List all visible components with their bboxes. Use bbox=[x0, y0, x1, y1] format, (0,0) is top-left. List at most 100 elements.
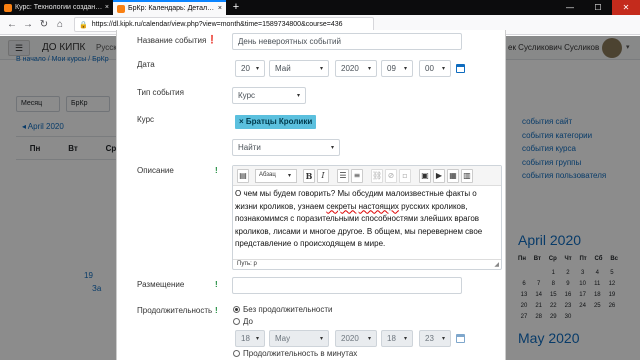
close-tab-icon[interactable]: × bbox=[216, 5, 222, 12]
caret-down-icon: ▾ bbox=[367, 66, 371, 72]
location-label: Размещение bbox=[137, 280, 185, 289]
selected-value: 2020 bbox=[341, 334, 359, 343]
caret-down-icon: ▾ bbox=[255, 336, 259, 342]
search-placeholder: Найти bbox=[238, 143, 261, 152]
close-window-button[interactable]: ✕ bbox=[612, 0, 640, 15]
browser-tab-calendar[interactable]: БрКр: Календарь: Детальный ... × bbox=[113, 0, 226, 15]
window-controls: — ☐ ✕ bbox=[556, 0, 640, 15]
selected-value: 23 bbox=[425, 334, 434, 343]
selected-value: 2020 bbox=[341, 64, 359, 73]
info-icon[interactable]: ! bbox=[215, 166, 218, 175]
course-search-select[interactable]: Найти ▾ bbox=[232, 139, 340, 156]
event-type-select[interactable]: Курс ▾ bbox=[232, 87, 306, 104]
placeholder-icon[interactable]: ▫ bbox=[399, 169, 411, 183]
new-event-modal: Название события ❗ День невероятных собы… bbox=[116, 30, 506, 360]
toolbar-toggle-icon[interactable]: ▤ bbox=[237, 169, 249, 183]
until-month-select[interactable]: May ▾ bbox=[269, 330, 329, 347]
date-day-select[interactable]: 20 ▾ bbox=[235, 60, 265, 77]
browser-tab-course[interactable]: Курс: Технологии создания д... × bbox=[0, 0, 113, 15]
caret-down-icon: ▾ bbox=[296, 93, 300, 99]
course-label: Курс bbox=[137, 115, 155, 124]
file-icon[interactable]: ▦ bbox=[447, 169, 459, 183]
selected-value: Май bbox=[275, 64, 291, 73]
caret-down-icon: ▾ bbox=[319, 66, 323, 72]
caret-down-icon: ▾ bbox=[441, 336, 445, 342]
duration-minutes-label: Продолжительность в минутах bbox=[243, 349, 358, 358]
media-icon[interactable]: ▶ bbox=[433, 169, 445, 183]
maximize-button[interactable]: ☐ bbox=[584, 0, 612, 15]
close-tab-icon[interactable]: × bbox=[103, 4, 109, 11]
italic-icon[interactable]: I bbox=[317, 169, 329, 183]
date-hour-select[interactable]: 09 ▾ bbox=[381, 60, 413, 77]
tab-title: Курс: Технологии создания д... bbox=[15, 4, 103, 11]
resize-handle-icon[interactable]: ◢ bbox=[494, 261, 499, 268]
url-text: https://dl.kipk.ru/calendar/view.php?vie… bbox=[91, 21, 343, 28]
description-editor: ▤ Абзац ▾ B I ☰ ≡ ⛓ ⊘ ▫ ▣ ▶ ▦ ▥ О чем мы … bbox=[232, 165, 502, 270]
spellcheck-word: настоящих bbox=[358, 201, 399, 211]
link-icon[interactable]: ⛓ bbox=[371, 169, 383, 183]
selected-value: 20 bbox=[241, 64, 250, 73]
selected-value: Курс bbox=[238, 91, 256, 100]
unlink-icon[interactable]: ⊘ bbox=[385, 169, 397, 183]
selected-value: Абзац bbox=[259, 172, 276, 178]
bullet-list-icon[interactable]: ☰ bbox=[337, 169, 349, 183]
date-minute-select[interactable]: 00 ▾ bbox=[419, 60, 451, 77]
moodle-favicon-icon bbox=[117, 4, 125, 13]
editor-toolbar: ▤ Абзац ▾ B I ☰ ≡ ⛓ ⊘ ▫ ▣ ▶ ▦ ▥ bbox=[233, 166, 501, 186]
selected-value: 18 bbox=[387, 334, 396, 343]
date-label: Дата bbox=[137, 60, 155, 69]
moodle-favicon-icon bbox=[4, 3, 12, 12]
image-icon[interactable]: ▣ bbox=[419, 169, 431, 183]
until-year-select[interactable]: 2020 ▾ bbox=[335, 330, 377, 347]
description-content[interactable]: О чем мы будем говорить? Мы обсудим мало… bbox=[235, 188, 499, 251]
lock-icon: 🔒 bbox=[79, 21, 88, 29]
paragraph-format-select[interactable]: Абзац ▾ bbox=[255, 169, 297, 183]
duration-minutes-radio[interactable] bbox=[233, 350, 240, 357]
caret-down-icon: ▾ bbox=[403, 336, 407, 342]
no-duration-radio[interactable] bbox=[233, 306, 240, 313]
description-label: Описание bbox=[137, 166, 174, 175]
tab-title: БрКр: Календарь: Детальный ... bbox=[128, 5, 216, 12]
selected-value: 18 bbox=[241, 334, 250, 343]
editor-status-bar: Путь: p ◢ bbox=[233, 259, 501, 269]
caret-down-icon: ▾ bbox=[441, 66, 445, 72]
location-input[interactable] bbox=[232, 277, 462, 294]
until-day-select[interactable]: 18 ▾ bbox=[235, 330, 265, 347]
duration-label: Продолжительность bbox=[137, 306, 213, 315]
event-name-label: Название события bbox=[137, 36, 207, 45]
selected-value: May bbox=[275, 334, 291, 343]
element-path: Путь: p bbox=[237, 261, 257, 267]
spellcheck-word: секреты bbox=[326, 201, 357, 211]
calendar-icon[interactable] bbox=[456, 334, 465, 343]
required-icon: ❗ bbox=[207, 35, 217, 44]
selected-course-tag[interactable]: × Братцы Кролики bbox=[235, 115, 317, 129]
caret-down-icon: ▾ bbox=[319, 336, 323, 342]
info-icon[interactable]: ! bbox=[215, 306, 218, 315]
until-label: До bbox=[243, 317, 253, 326]
caret-down-icon: ▾ bbox=[255, 66, 259, 72]
forward-arrow-icon[interactable]: → bbox=[20, 17, 36, 33]
date-month-select[interactable]: Май ▾ bbox=[269, 60, 329, 77]
caret-down-icon: ▾ bbox=[367, 336, 371, 342]
manage-files-icon[interactable]: ▥ bbox=[461, 169, 473, 183]
minimize-button[interactable]: — bbox=[556, 0, 584, 15]
reload-icon[interactable]: ↻ bbox=[36, 17, 52, 33]
date-year-select[interactable]: 2020 ▾ bbox=[335, 60, 377, 77]
bold-icon[interactable]: B bbox=[303, 169, 315, 183]
selected-value: 00 bbox=[425, 64, 434, 73]
numbered-list-icon[interactable]: ≡ bbox=[351, 169, 363, 183]
caret-down-icon: ▾ bbox=[403, 66, 407, 72]
calendar-icon[interactable] bbox=[456, 64, 465, 73]
caret-down-icon: ▾ bbox=[330, 145, 334, 151]
new-tab-button[interactable]: + bbox=[229, 0, 243, 15]
home-icon[interactable]: ⌂ bbox=[52, 17, 68, 33]
caret-down-icon: ▾ bbox=[287, 173, 291, 179]
selected-value: 09 bbox=[387, 64, 396, 73]
no-duration-label: Без продолжительности bbox=[243, 305, 333, 314]
back-arrow-icon[interactable]: ← bbox=[4, 17, 20, 33]
info-icon[interactable]: ! bbox=[215, 280, 218, 289]
event-name-input[interactable]: День невероятных событий bbox=[232, 33, 462, 50]
until-radio[interactable] bbox=[233, 318, 240, 325]
until-hour-select[interactable]: 18 ▾ bbox=[381, 330, 413, 347]
until-minute-select[interactable]: 23 ▾ bbox=[419, 330, 451, 347]
